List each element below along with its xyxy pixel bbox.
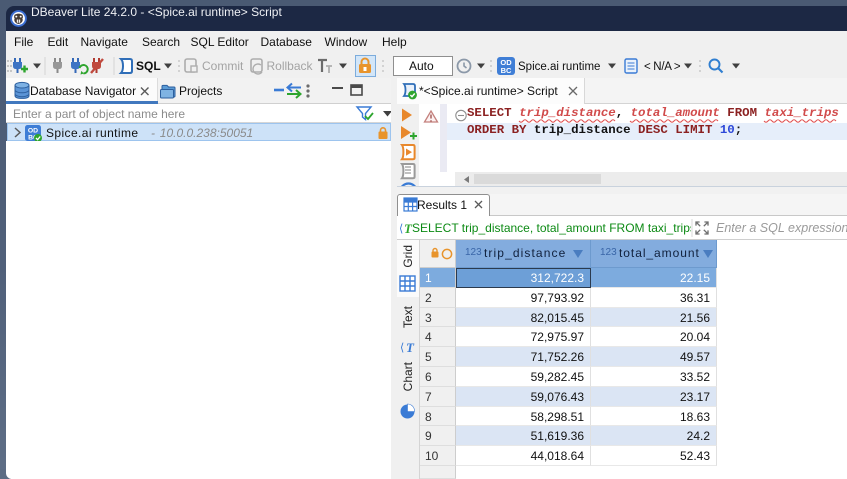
svg-text:Results 1: Results 1 [417,198,467,212]
svg-text:Rollback: Rollback [267,59,314,73]
svg-text:⟨: ⟨ [400,342,404,354]
svg-text:T: T [404,221,413,236]
svg-text:Projects: Projects [179,84,222,98]
svg-text:Enter a SQL expression to type: Enter a SQL expression to type [716,221,847,235]
svg-text:Database Navigator: Database Navigator [30,84,136,98]
svg-text:Spice.ai runtime: Spice.ai runtime [46,126,138,140]
svg-text:Auto: Auto [409,59,434,73]
svg-text:< N/A >: < N/A > [644,61,681,73]
svg-text:OD: OD [28,128,38,135]
svg-text:BC: BC [501,66,512,75]
svg-text:*<Spice.ai runtime> Script: *<Spice.ai runtime> Script [419,84,558,98]
svg-text:- 10.0.0.238:50051: - 10.0.0.238:50051 [151,126,253,140]
svg-text:T: T [406,340,415,355]
svg-text:⟨: ⟨ [399,223,403,235]
svg-text:SQL: SQL [136,59,161,73]
svg-text:Commit: Commit [202,59,244,73]
svg-text:Spice.ai runtime: Spice.ai runtime [518,61,600,73]
